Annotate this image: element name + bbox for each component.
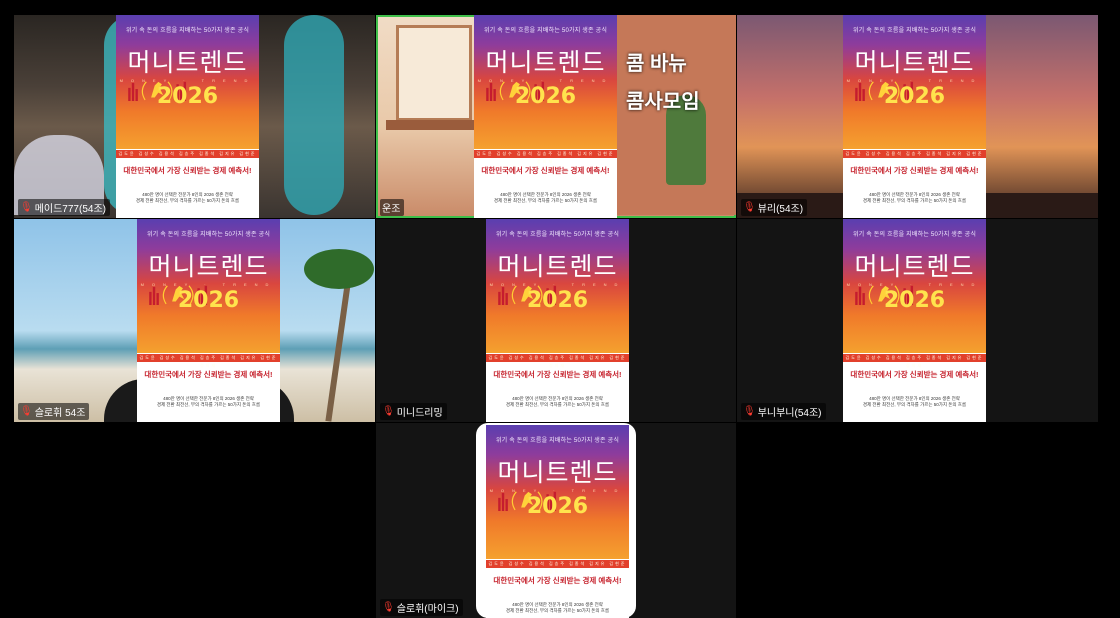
mic-muted-icon: 🎙 — [20, 201, 33, 213]
mic-muted-icon: 🎙 — [20, 405, 33, 417]
book-subtitle: 대한민국에서 가장 신뢰받는 경제 예측서! — [493, 370, 622, 380]
book-authors: 김도윤 김성수 김용석 김승주 김종석 김지유 김현준 정의재 — [843, 149, 986, 164]
video-tile-5[interactable]: 위기 속 돈의 흐름을 지배하는 50가지 생존 공식 머니트렌드 MONEY … — [376, 219, 736, 422]
book-tagline: 위기 속 돈의 흐름을 지배하는 50가지 생존 공식 — [146, 232, 271, 239]
book-title: 머니트렌드 — [127, 48, 248, 78]
book-title: 머니트렌드 — [854, 48, 975, 78]
book-subtitle: 대한민국에서 가장 신뢰받는 경제 예측서! — [481, 166, 610, 176]
book-money-trend: MONEY · TREND — [489, 487, 626, 493]
video-tile-1[interactable]: 위기 속 돈의 흐름을 지배하는 50가지 생존 공식 머니트렌드 MONEY … — [14, 15, 375, 218]
participant-label: 🎙 뷰리(54조) — [741, 199, 808, 216]
video-tile-2[interactable]: 위기 속 돈의 흐름을 지배하는 50가지 생존 공식 머니트렌드 MONEY … — [376, 15, 736, 218]
mic-muted-icon: 🎙 — [382, 405, 395, 417]
book-subtitle: 대한민국에서 가장 신뢰받는 경제 예측서! — [850, 370, 979, 380]
participant-label: 🎙 부니부니(54조) — [741, 403, 826, 420]
book-subtitle: 대한민국에서 가장 신뢰받는 경제 예측서! — [123, 166, 252, 176]
book-money-trend: MONEY · TREND — [140, 281, 277, 287]
book-description: 480만 명이 선택한 전문가 8인의 2026 생존 전략 경제 전환 최전선,… — [505, 601, 610, 613]
overlay-text-2: 콤사모임 — [626, 91, 700, 113]
video-tile-4[interactable]: 위기 속 돈의 흐름을 지배하는 50가지 생존 공식 머니트렌드 MONEY … — [14, 219, 375, 422]
book-money-trend: MONEY · TREND — [846, 281, 983, 287]
participant-label: 🎙 슬로휘 54조 — [18, 403, 90, 420]
book-tagline: 위기 속 돈의 흐름을 지배하는 50가지 생존 공식 — [495, 232, 620, 239]
book-cover: 위기 속 돈의 흐름을 지배하는 50가지 생존 공식 머니트렌드 MONEY … — [137, 219, 280, 422]
book-authors: 김도윤 김성수 김용석 김승주 김종석 김지유 김현준 정의재 — [843, 353, 986, 368]
book-subtitle: 대한민국에서 가장 신뢰받는 경제 예측서! — [493, 576, 622, 586]
video-tile-3[interactable]: 위기 속 돈의 흐름을 지배하는 50가지 생존 공식 머니트렌드 MONEY … — [737, 15, 1098, 218]
book-authors: 김도윤 김성수 김용석 김승주 김종석 김지유 김현준 정의재 — [486, 559, 629, 574]
book-tagline: 위기 속 돈의 흐름을 지배하는 50가지 생존 공식 — [125, 28, 250, 35]
book-description: 480만 명이 선택한 전문가 8인의 2026 생존 전략 경제 전환 최전선,… — [493, 191, 598, 203]
book-year: 2026 — [526, 288, 589, 314]
book-description: 480만 명이 선택한 전문가 8인의 2026 생존 전략 경제 전환 최전선,… — [156, 395, 261, 407]
book-money-trend: MONEY · TREND — [119, 77, 256, 83]
book-cover: 위기 속 돈의 흐름을 지배하는 50가지 생존 공식 머니트렌드 MONEY … — [474, 15, 617, 218]
book-year: 2026 — [526, 494, 589, 520]
book-cover: 위기 속 돈의 흐름을 지배하는 50가지 생존 공식 머니트렌드 MONEY … — [843, 15, 986, 218]
book-year: 2026 — [514, 84, 577, 110]
book-year: 2026 — [883, 288, 946, 314]
overlay-text-1: 콤 바뉴 — [626, 53, 687, 75]
book-tagline: 위기 속 돈의 흐름을 지배하는 50가지 생존 공식 — [495, 438, 620, 445]
book-subtitle: 대한민국에서 가장 신뢰받는 경제 예측서! — [144, 370, 273, 380]
book-description: 480만 명이 선택한 전문가 8인의 2026 생존 전략 경제 전환 최전선,… — [135, 191, 240, 203]
participant-label: 🎙 메이드777(54조) — [18, 199, 110, 216]
video-tile-6[interactable]: 위기 속 돈의 흐름을 지배하는 50가지 생존 공식 머니트렌드 MONEY … — [737, 219, 1098, 422]
book-tagline: 위기 속 돈의 흐름을 지배하는 50가지 생존 공식 — [852, 28, 977, 35]
participant-label: 운조 — [380, 199, 405, 216]
book-title: 머니트렌드 — [497, 458, 618, 488]
book-year: 2026 — [177, 288, 240, 314]
mic-muted-icon: 🎙 — [743, 405, 756, 417]
book-description: 480만 명이 선택한 전문가 8인의 2026 생존 전략 경제 전환 최전선,… — [862, 191, 967, 203]
participant-label: 🎙 미니드리밍 — [380, 403, 447, 420]
book-authors: 김도윤 김성수 김용석 김승주 김종석 김지유 김현준 정의재 — [474, 149, 617, 164]
book-year: 2026 — [883, 84, 946, 110]
book-cover: 위기 속 돈의 흐름을 지배하는 50가지 생존 공식 머니트렌드 MONEY … — [116, 15, 259, 218]
book-authors: 김도윤 김성수 김용석 김승주 김종석 김지유 김현준 정의재 — [116, 149, 259, 164]
book-tagline: 위기 속 돈의 흐름을 지배하는 50가지 생존 공식 — [483, 28, 608, 35]
book-subtitle: 대한민국에서 가장 신뢰받는 경제 예측서! — [850, 166, 979, 176]
book-title: 머니트렌드 — [148, 252, 269, 282]
book-cover: 위기 속 돈의 흐름을 지배하는 50가지 생존 공식 머니트렌드 MONEY … — [843, 219, 986, 422]
book-tagline: 위기 속 돈의 흐름을 지배하는 50가지 생존 공식 — [852, 232, 977, 239]
book-title: 머니트렌드 — [485, 48, 606, 78]
book-money-trend: MONEY · TREND — [477, 77, 614, 83]
book-description: 480만 명이 선택한 전문가 8인의 2026 생존 전략 경제 전환 최전선,… — [862, 395, 967, 407]
book-cover: 위기 속 돈의 흐름을 지배하는 50가지 생존 공식 머니트렌드 MONEY … — [486, 425, 629, 618]
book-money-trend: MONEY · TREND — [489, 281, 626, 287]
book-cover: 위기 속 돈의 흐름을 지배하는 50가지 생존 공식 머니트렌드 MONEY … — [486, 219, 629, 422]
book-money-trend: MONEY · TREND — [846, 77, 983, 83]
book-title: 머니트렌드 — [497, 252, 618, 282]
participant-label: 🎙 슬로휘(마이크) — [380, 599, 463, 616]
mic-muted-icon: 🎙 — [382, 601, 395, 613]
book-year: 2026 — [156, 84, 219, 110]
book-description: 480만 명이 선택한 전문가 8인의 2026 생존 전략 경제 전환 최전선,… — [505, 395, 610, 407]
book-authors: 김도윤 김성수 김용석 김승주 김종석 김지유 김현준 정의재 — [486, 353, 629, 368]
book-authors: 김도윤 김성수 김용석 김승주 김종석 김지유 김현준 정의재 — [137, 353, 280, 368]
book-title: 머니트렌드 — [854, 252, 975, 282]
video-tile-7[interactable]: 위기 속 돈의 흐름을 지배하는 50가지 생존 공식 머니트렌드 MONEY … — [376, 423, 736, 618]
mic-muted-icon: 🎙 — [743, 201, 756, 213]
